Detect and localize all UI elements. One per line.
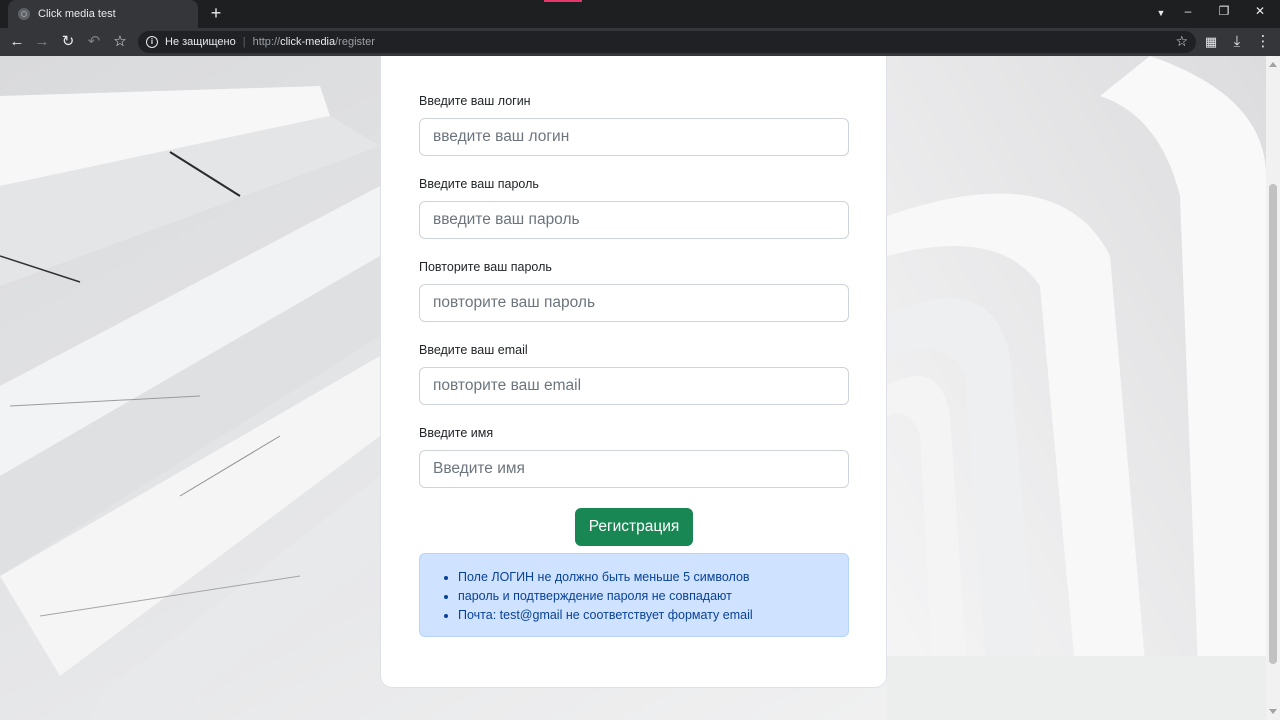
register-button[interactable]: Регистрация (575, 508, 693, 546)
error-list: Поле ЛОГИН не должно быть меньше 5 симво… (420, 554, 848, 625)
close-icon[interactable]: ✕ (1250, 4, 1270, 18)
address-separator: | (242, 36, 246, 48)
undo-icon[interactable]: ↶ (84, 32, 104, 52)
login-label: Введите ваш логин (419, 94, 531, 108)
registration-card: Введите ваш логин Введите ваш пароль Пов… (380, 56, 887, 688)
scroll-up-icon[interactable] (1269, 62, 1277, 67)
forward-icon[interactable]: → (32, 32, 52, 52)
error-item: Почта: test@gmail не соответствует форма… (458, 606, 848, 625)
email-label: Введите ваш email (419, 343, 528, 357)
password-repeat-input[interactable] (419, 284, 849, 322)
email-input[interactable] (419, 367, 849, 405)
address-bar[interactable]: i Не защищено | http://click-media/regis… (138, 31, 1196, 53)
password-repeat-label: Повторите ваш пароль (419, 260, 552, 274)
page-scrollbar[interactable] (1266, 56, 1280, 720)
scroll-down-icon[interactable] (1269, 709, 1277, 714)
error-item: пароль и подтверждение пароля не совпада… (458, 587, 848, 606)
menu-dots-icon[interactable]: ⋮ (1253, 32, 1273, 52)
name-input[interactable] (419, 450, 849, 488)
browser-tab[interactable]: Click media test (8, 0, 198, 28)
crop-icon[interactable]: ▦ (1201, 32, 1221, 52)
error-item: Поле ЛОГИН не должно быть меньше 5 симво… (458, 568, 848, 587)
bookmark-page-star-icon[interactable]: ☆ (1175, 33, 1188, 50)
info-icon[interactable]: i (146, 36, 158, 48)
security-label: Не защищено (165, 36, 236, 48)
login-input[interactable] (419, 118, 849, 156)
globe-icon (18, 8, 30, 20)
tab-title: Click media test (38, 8, 116, 20)
restore-icon[interactable]: ❐ (1214, 4, 1234, 18)
tab-search-icon[interactable]: ▼ (1151, 8, 1171, 18)
new-tab-button[interactable]: + (206, 3, 226, 23)
password-label: Введите ваш пароль (419, 177, 539, 191)
minimize-icon[interactable]: – (1178, 4, 1198, 18)
reload-icon[interactable]: ↻ (58, 32, 78, 52)
password-input[interactable] (419, 201, 849, 239)
url-text: http://click-media/register (252, 36, 375, 48)
scrollbar-thumb[interactable] (1269, 184, 1277, 664)
bookmark-star-icon[interactable]: ☆ (110, 32, 130, 52)
error-alert: Поле ЛОГИН не должно быть меньше 5 симво… (419, 553, 849, 637)
browser-tab-strip: Click media test + ▼ – ❐ ✕ (0, 0, 1280, 28)
name-label: Введите имя (419, 426, 494, 440)
page-viewport: Введите ваш логин Введите ваш пароль Пов… (0, 56, 1266, 720)
browser-toolbar: ← → ↻ ↶ ☆ i Не защищено | http://click-m… (0, 28, 1280, 56)
download-icon[interactable]: ⤓ (1227, 32, 1247, 52)
window-accent-mark (544, 0, 582, 2)
back-icon[interactable]: ← (7, 32, 27, 52)
